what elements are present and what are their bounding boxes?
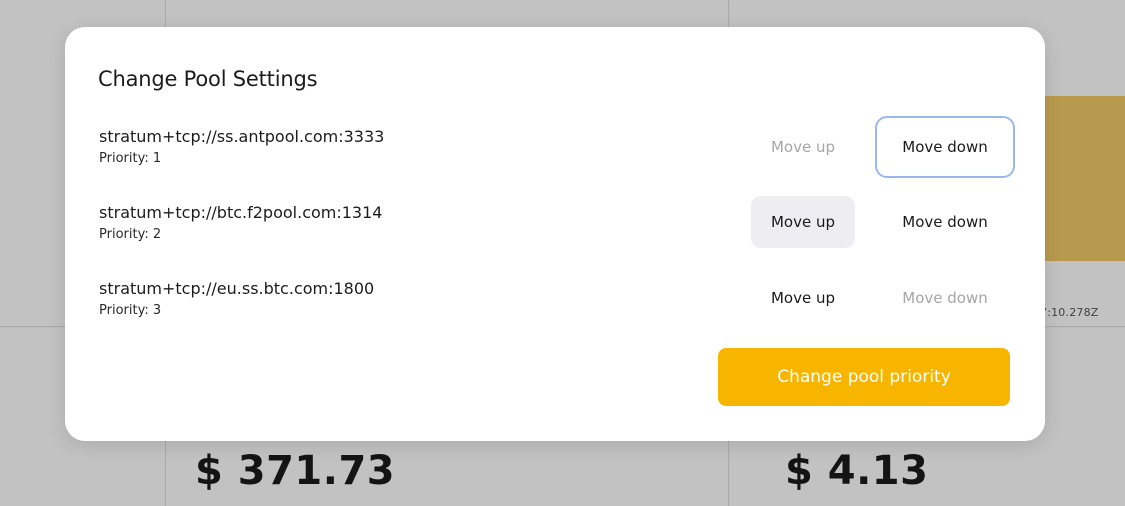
pool-url: stratum+tcp://btc.f2pool.com:1314	[99, 203, 383, 222]
dialog-title: Change Pool Settings	[98, 67, 318, 91]
chart-timestamp: 7:10.278Z	[1040, 306, 1099, 319]
pool-priority: Priority: 2	[99, 227, 162, 242]
move-down-button[interactable]: Move down	[875, 196, 1015, 248]
move-up-button[interactable]: Move up	[751, 121, 855, 173]
change-pool-settings-dialog: Change Pool Settings stratum+tcp://ss.an…	[65, 27, 1045, 441]
stat-value-right: $ 4.13	[785, 448, 929, 494]
move-down-button[interactable]: Move down	[875, 116, 1015, 178]
move-down-button[interactable]: Move down	[875, 272, 1015, 324]
pool-priority: Priority: 1	[99, 151, 162, 166]
pool-url: stratum+tcp://ss.antpool.com:3333	[99, 127, 385, 146]
move-up-button[interactable]: Move up	[751, 196, 855, 248]
change-pool-priority-button[interactable]: Change pool priority	[718, 348, 1010, 406]
stat-value-left: $ 371.73	[195, 448, 396, 494]
move-up-button[interactable]: Move up	[751, 272, 855, 324]
pool-priority: Priority: 3	[99, 303, 162, 318]
pool-url: stratum+tcp://eu.ss.btc.com:1800	[99, 279, 375, 298]
